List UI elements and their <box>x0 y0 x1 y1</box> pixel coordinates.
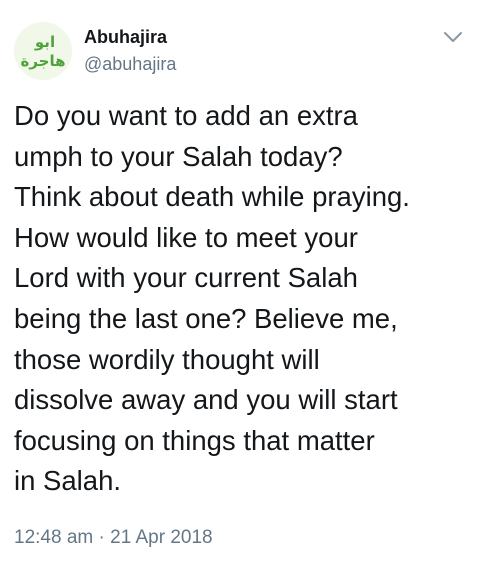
tweet-text-line: Lord with your current Salah <box>14 262 358 294</box>
tweet-text-line: dissolve away and you will start <box>14 384 398 416</box>
tweet-text-line: those wordily thought will <box>14 343 320 375</box>
tweet-date: 21 Apr 2018 <box>110 527 213 548</box>
tweet-time: 12:48 am <box>14 527 94 548</box>
timestamp-separator: · <box>98 527 105 548</box>
chevron-down-icon <box>444 32 462 42</box>
avatar-logo: ابو هاجرة <box>14 22 72 80</box>
tweet-text-line: being the last one? Believe me, <box>14 302 398 334</box>
tweet-text-line: Think about death while praying. <box>14 181 410 213</box>
display-name[interactable]: Abuhajira <box>84 26 167 48</box>
tweet-text-line: focusing on things that matter <box>14 424 375 456</box>
tweet: ابو هاجرة Abuhajira @abuhajira Do you wa… <box>0 0 480 565</box>
user-handle[interactable]: @abuhajira <box>84 53 176 75</box>
tweet-timestamp[interactable]: 12:48 am · 21 Apr 2018 <box>14 526 213 550</box>
avatar-text-top: ابو <box>34 33 55 51</box>
tweet-text-line: umph to your Salah today? <box>14 140 343 172</box>
avatar[interactable]: ابو هاجرة <box>14 22 72 80</box>
tweet-text-line: in Salah. <box>14 465 122 497</box>
tweet-text-line: How would like to meet your <box>14 221 358 253</box>
avatar-text-bottom: هاجرة <box>20 52 65 70</box>
tweet-text-line: Do you want to add an extra <box>14 100 358 131</box>
tweet-menu-button[interactable] <box>440 26 466 48</box>
tweet-header: ابو هاجرة Abuhajira @abuhajira <box>14 22 466 82</box>
tweet-text: Do you want to add an extra umph to your… <box>14 96 470 502</box>
